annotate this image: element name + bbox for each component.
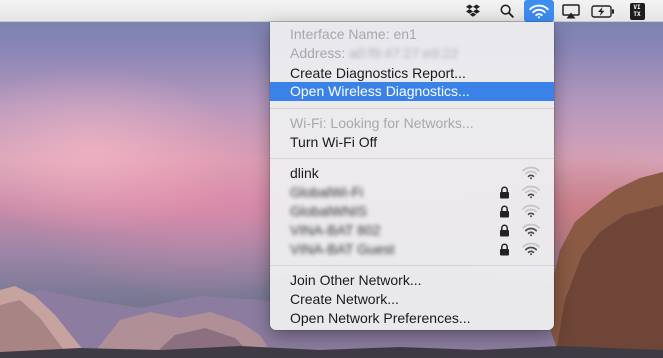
address-row: Address: a0:f9:47:27:e9:22 [270,44,554,63]
wifi-signal-icon [522,242,540,256]
network-item-vina-bat-802[interactable]: VINA-BAT 802 [270,221,554,240]
open-network-preferences-item[interactable]: Open Network Preferences... [270,309,554,328]
vitx-bottom-label: TX [633,11,641,18]
menu-separator [270,265,554,266]
network-item-dlink[interactable]: dlink [270,164,554,183]
wifi-signal-icon [522,166,540,180]
lock-icon [500,205,509,218]
lock-icon [500,243,509,256]
menu-separator [270,108,554,109]
network-item-globalwifi[interactable]: GlobalWi-Fi [270,183,554,202]
network-name: dlink [290,165,319,181]
dropbox-icon[interactable] [462,0,484,22]
wifi-signal-icon [522,185,540,199]
vitx-icon[interactable]: VI TX [626,0,648,22]
wifi-icon[interactable] [524,0,554,22]
menu-bar: VI TX [0,0,663,22]
address-value: a0:f9:47:27:e9:22 [349,45,459,61]
address-label: Address: [290,45,346,61]
join-other-network-item[interactable]: Join Other Network... [270,271,554,290]
network-name: GlobalWi-Fi [290,184,364,200]
network-item-vina-bat-guest[interactable]: VINA-BAT Guest [270,240,554,259]
turn-wifi-off-item[interactable]: Turn Wi-Fi Off [270,133,554,152]
lock-icon [500,224,509,237]
open-wireless-diagnostics-item[interactable]: Open Wireless Diagnostics... [270,82,554,101]
wifi-dropdown-menu: Interface Name: en1 Address: a0:f9:47:27… [270,22,554,330]
lock-icon [500,186,509,199]
menu-separator [270,158,554,159]
airplay-icon[interactable] [560,0,582,22]
network-name: VINA-BAT 802 [290,222,381,238]
network-name: GlobalWNIS [290,203,368,219]
wifi-signal-icon [522,204,540,218]
create-diagnostics-report-item[interactable]: Create Diagnostics Report... [270,64,554,83]
network-item-globalwnis[interactable]: GlobalWNIS [270,202,554,221]
vitx-top-label: VI [633,4,641,11]
network-name: VINA-BAT Guest [290,241,395,257]
search-icon[interactable] [496,0,518,22]
battery-charging-icon[interactable] [590,0,616,22]
wifi-status: Wi-Fi: Looking for Networks... [290,115,474,131]
create-network-item[interactable]: Create Network... [270,290,554,309]
wifi-signal-icon [522,223,540,237]
interface-name: Interface Name: en1 [290,26,417,42]
